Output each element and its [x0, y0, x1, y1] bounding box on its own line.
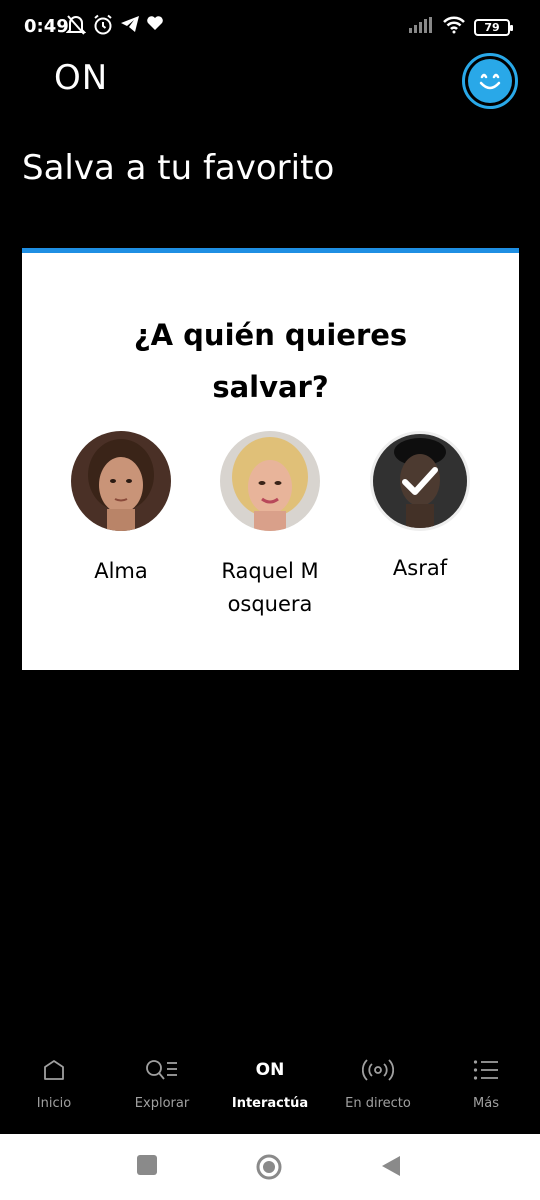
- home-button[interactable]: [255, 1153, 283, 1185]
- live-broadcast-icon: [324, 1058, 432, 1082]
- status-time: 0:49: [24, 16, 69, 37]
- candidate-avatar[interactable]: [71, 431, 171, 531]
- wifi-icon: [442, 16, 466, 38]
- system-navigation-bar: [0, 1134, 540, 1200]
- checkmark-icon: [401, 464, 439, 502]
- nav-label: Interactúa: [231, 1096, 309, 1111]
- nav-label: Más: [473, 1096, 499, 1111]
- bell-off-icon: [65, 14, 87, 40]
- notification-icons: [65, 14, 164, 40]
- signal-icon: [408, 17, 434, 37]
- nav-interactua[interactable]: ON Interactúa: [216, 1040, 324, 1134]
- candidate-alma[interactable]: Alma: [56, 431, 186, 588]
- alarm-icon: [92, 14, 114, 40]
- candidate-name: Raquel Mosquera: [221, 559, 319, 616]
- search-list-icon: [108, 1058, 216, 1082]
- bottom-navigation: Inicio Explorar ON Interactúa En directo…: [0, 1040, 540, 1134]
- nav-mas[interactable]: Más: [432, 1040, 540, 1134]
- candidate-avatar-selected[interactable]: [370, 431, 470, 531]
- candidate-avatar[interactable]: [220, 431, 320, 531]
- nav-label: Inicio: [36, 1096, 72, 1111]
- battery-indicator: 79: [474, 18, 513, 36]
- menu-list-icon: [432, 1058, 540, 1082]
- smiley-avatar-icon: [468, 59, 512, 103]
- profile-button[interactable]: [462, 53, 518, 109]
- candidate-asraf[interactable]: Asraf: [355, 431, 485, 585]
- on-logo-icon: ON: [216, 1058, 324, 1082]
- app-logo[interactable]: ON: [54, 58, 108, 98]
- nav-label: En directo: [345, 1096, 411, 1111]
- heart-icon: [146, 14, 164, 40]
- candidate-name: Asraf: [392, 556, 448, 580]
- back-button[interactable]: [380, 1154, 402, 1182]
- home-icon: [0, 1058, 108, 1082]
- on-logo-text: ON: [255, 1060, 285, 1080]
- telegram-icon: [120, 14, 140, 40]
- candidate-raquel-mosquera[interactable]: Raquel Mosquera: [205, 431, 335, 621]
- nav-en-directo[interactable]: En directo: [324, 1040, 432, 1134]
- nav-explorar[interactable]: Explorar: [108, 1040, 216, 1134]
- status-bar: 0:49 79: [0, 0, 540, 56]
- page-title: Salva a tu favorito: [22, 148, 335, 188]
- nav-inicio[interactable]: Inicio: [0, 1040, 108, 1134]
- vote-card: ¿A quién quieres salvar? Alma Raquel Mos…: [22, 248, 519, 670]
- vote-question: ¿A quién quieres salvar?: [133, 318, 408, 404]
- candidate-name: Alma: [94, 559, 148, 583]
- system-status-icons: 79: [408, 16, 513, 38]
- nav-label: Explorar: [134, 1096, 190, 1111]
- recents-button[interactable]: [136, 1154, 158, 1180]
